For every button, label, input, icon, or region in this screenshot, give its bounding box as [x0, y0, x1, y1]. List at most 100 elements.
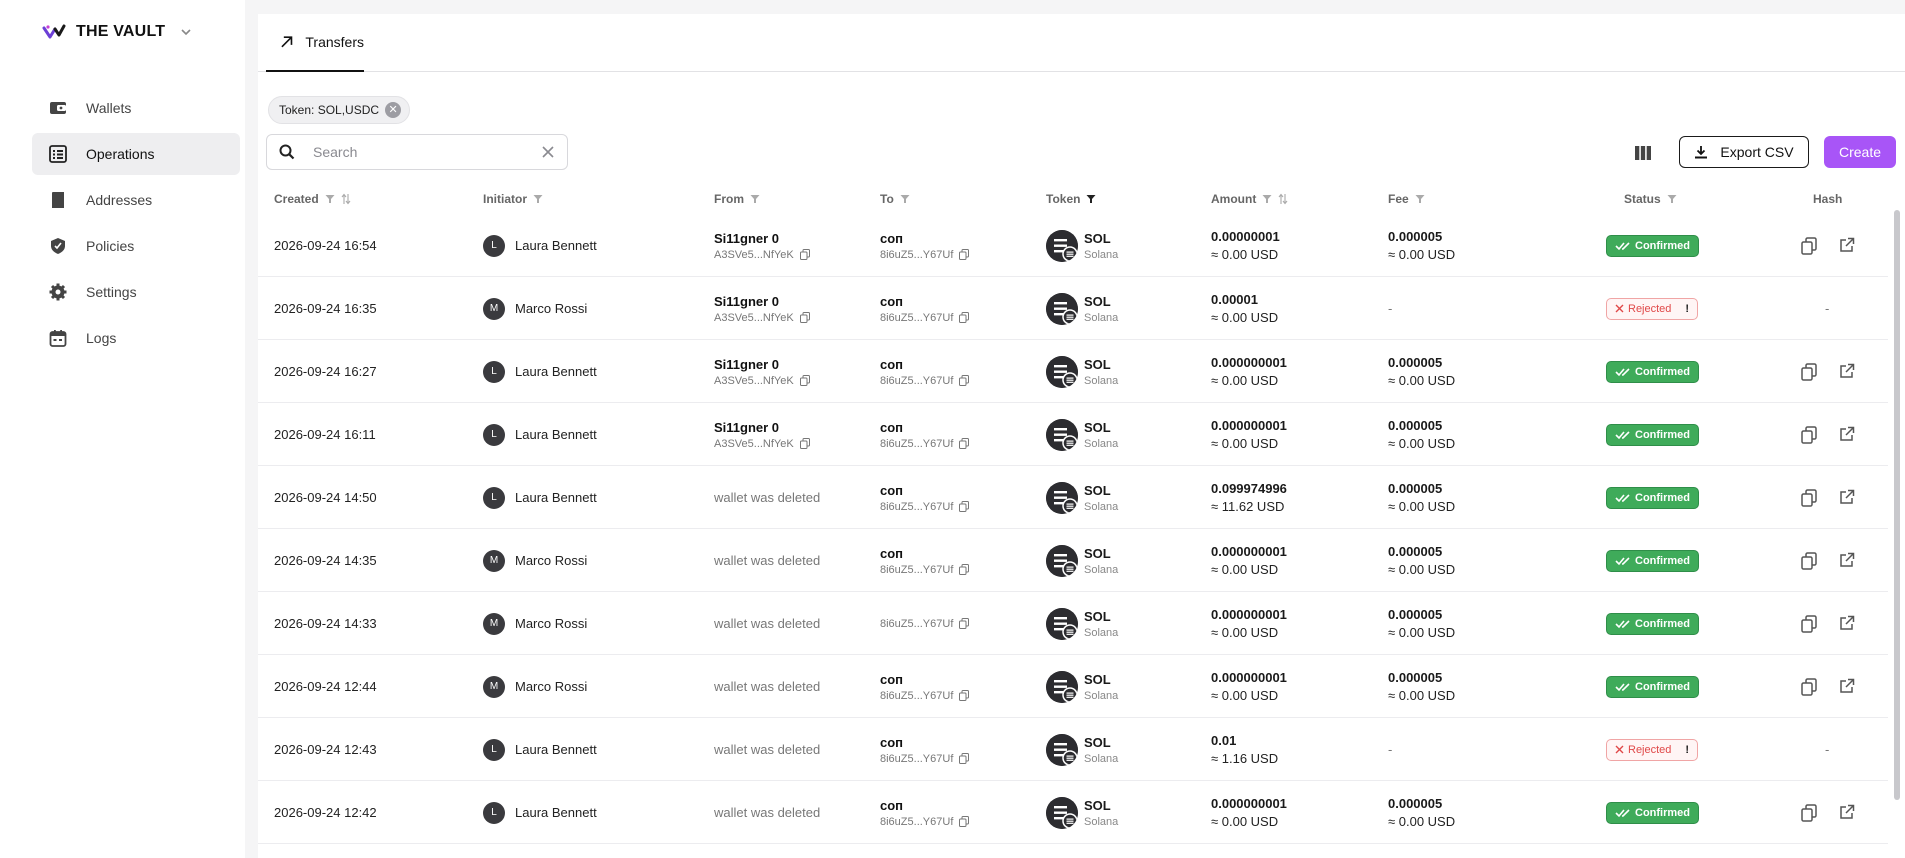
token-network: Solana	[1084, 248, 1119, 261]
copy-hash-icon[interactable]	[1801, 803, 1817, 822]
token-symbol: SOL	[1084, 545, 1111, 561]
copy-icon[interactable]	[959, 753, 970, 764]
export-csv-button[interactable]: Export CSV	[1679, 136, 1809, 168]
filter-icon[interactable]	[325, 194, 335, 204]
info-icon[interactable]: !	[1685, 303, 1689, 315]
copy-hash-icon[interactable]	[1801, 425, 1817, 444]
copy-icon[interactable]	[959, 690, 970, 701]
fee-usd: ≈ 0.00 USD	[1388, 373, 1456, 388]
copy-hash-icon[interactable]	[1801, 677, 1817, 696]
hash-empty: -	[1825, 742, 1830, 757]
initiator-cell: L Laura Bennett	[483, 781, 597, 844]
table-row[interactable]: 2026-09-24 16:35 M Marco Rossi Si11gner …	[258, 277, 1888, 340]
column-header-to[interactable]: To	[880, 184, 910, 214]
table-row[interactable]: 2026-09-24 14:35 M Marco Rossi wallet wa…	[258, 529, 1888, 592]
column-header-created[interactable]: Created	[274, 184, 351, 214]
copy-icon[interactable]	[959, 438, 970, 449]
table-row[interactable]: 2026-09-24 16:27 L Laura Bennett Si11gne…	[258, 340, 1888, 403]
external-link-icon[interactable]	[1839, 426, 1855, 442]
table-row[interactable]: 2026-09-24 12:42 L Laura Bennett wallet …	[258, 781, 1888, 844]
remove-filter-icon[interactable]: ✕	[385, 102, 402, 118]
filter-icon[interactable]	[1262, 194, 1272, 204]
sidebar-item-operations[interactable]: Operations	[32, 133, 240, 175]
sidebar-item-label: Logs	[86, 330, 117, 346]
copy-icon[interactable]	[959, 816, 970, 827]
token-cell: SOL Solana	[1046, 277, 1118, 340]
clear-search-icon[interactable]	[541, 145, 555, 159]
info-icon[interactable]: !	[1685, 744, 1689, 756]
brand-switcher[interactable]: THE VAULT	[42, 20, 193, 44]
table-row[interactable]: 2026-09-24 14:33 M Marco Rossi wallet wa…	[258, 592, 1888, 655]
tab-label: Transfers	[305, 34, 364, 50]
copy-icon[interactable]	[799, 249, 810, 260]
fee-value: 0.000005	[1388, 607, 1443, 622]
copy-icon[interactable]	[959, 501, 970, 512]
external-link-icon[interactable]	[1839, 552, 1855, 568]
copy-hash-icon[interactable]	[1801, 551, 1817, 570]
filter-icon[interactable]	[1415, 194, 1425, 204]
table-scrollbar[interactable]	[1894, 210, 1900, 800]
status-badge-rejected: Rejected!	[1606, 738, 1699, 761]
status-cell: Rejected!	[1606, 277, 1699, 340]
fee-value: -	[1388, 301, 1393, 316]
filter-icon[interactable]	[533, 194, 543, 204]
column-header-status[interactable]: Status	[1624, 184, 1677, 214]
tab-transfers[interactable]: Transfers	[266, 14, 364, 72]
external-link-icon[interactable]	[1839, 804, 1855, 820]
to-cell: соп 8i6uZ5...Y67Uf	[880, 781, 970, 844]
table-row[interactable]: 2026-09-24 12:44 M Marco Rossi wallet wa…	[258, 655, 1888, 718]
to-address-line: 8i6uZ5...Y67Uf	[880, 375, 970, 387]
filter-icon[interactable]	[750, 194, 760, 204]
sort-icon[interactable]	[1278, 193, 1288, 205]
filter-active-icon[interactable]	[1086, 194, 1096, 204]
copy-icon[interactable]	[959, 375, 970, 386]
table-row[interactable]: 2026-09-24 16:11 L Laura Bennett Si11gne…	[258, 403, 1888, 466]
token-cell: SOL Solana	[1046, 340, 1118, 403]
sort-icon[interactable]	[341, 193, 351, 205]
external-link-icon[interactable]	[1839, 615, 1855, 631]
external-link-icon[interactable]	[1839, 363, 1855, 379]
create-button[interactable]: Create	[1824, 136, 1896, 168]
table-row[interactable]: 2026-09-24 14:50 L Laura Bennett wallet …	[258, 466, 1888, 529]
column-header-from[interactable]: From	[714, 184, 760, 214]
sidebar-item-addresses[interactable]: Addresses	[32, 179, 240, 221]
to-address: 8i6uZ5...Y67Uf	[880, 437, 954, 450]
hash-actions	[1801, 425, 1855, 444]
sidebar-item-wallets[interactable]: Wallets	[32, 87, 240, 129]
hash-actions	[1801, 803, 1855, 822]
external-link-icon[interactable]	[1839, 489, 1855, 505]
external-link-icon[interactable]	[1839, 237, 1855, 253]
external-link-icon[interactable]	[1839, 678, 1855, 694]
copy-hash-icon[interactable]	[1801, 614, 1817, 633]
sidebar-item-settings[interactable]: Settings	[32, 271, 240, 313]
copy-icon[interactable]	[799, 375, 810, 386]
amount-usd: ≈ 1.16 USD	[1211, 751, 1279, 766]
token-symbol: SOL	[1084, 293, 1111, 309]
column-header-fee[interactable]: Fee	[1388, 184, 1425, 214]
copy-icon[interactable]	[799, 438, 810, 449]
sidebar-item-logs[interactable]: Logs	[32, 317, 240, 359]
column-header-initiator[interactable]: Initiator	[483, 184, 543, 214]
sidebar-item-policies[interactable]: Policies	[32, 225, 240, 267]
list-icon	[48, 144, 68, 164]
copy-icon[interactable]	[959, 249, 970, 260]
copy-icon[interactable]	[959, 564, 970, 575]
copy-hash-icon[interactable]	[1801, 488, 1817, 507]
status-cell: Confirmed	[1606, 781, 1699, 844]
filter-icon[interactable]	[900, 194, 910, 204]
copy-icon[interactable]	[799, 312, 810, 323]
table-row[interactable]: 2026-09-24 12:43 L Laura Bennett wallet …	[258, 718, 1888, 781]
column-header-amount[interactable]: Amount	[1211, 184, 1288, 214]
copy-icon[interactable]	[959, 312, 970, 323]
copy-icon[interactable]	[959, 618, 970, 629]
search-input[interactable]	[313, 144, 541, 160]
copy-hash-icon[interactable]	[1801, 362, 1817, 381]
double-check-icon	[1615, 556, 1630, 565]
copy-hash-icon[interactable]	[1801, 236, 1817, 255]
arrow-up-right-icon	[281, 36, 293, 48]
column-header-token[interactable]: Token	[1046, 184, 1096, 214]
filter-icon[interactable]	[1667, 194, 1677, 204]
columns-toggle-button[interactable]	[1630, 140, 1656, 166]
hash-actions	[1801, 551, 1855, 570]
table-row[interactable]: 2026-09-24 16:54 L Laura Bennett Si11gne…	[258, 214, 1888, 277]
